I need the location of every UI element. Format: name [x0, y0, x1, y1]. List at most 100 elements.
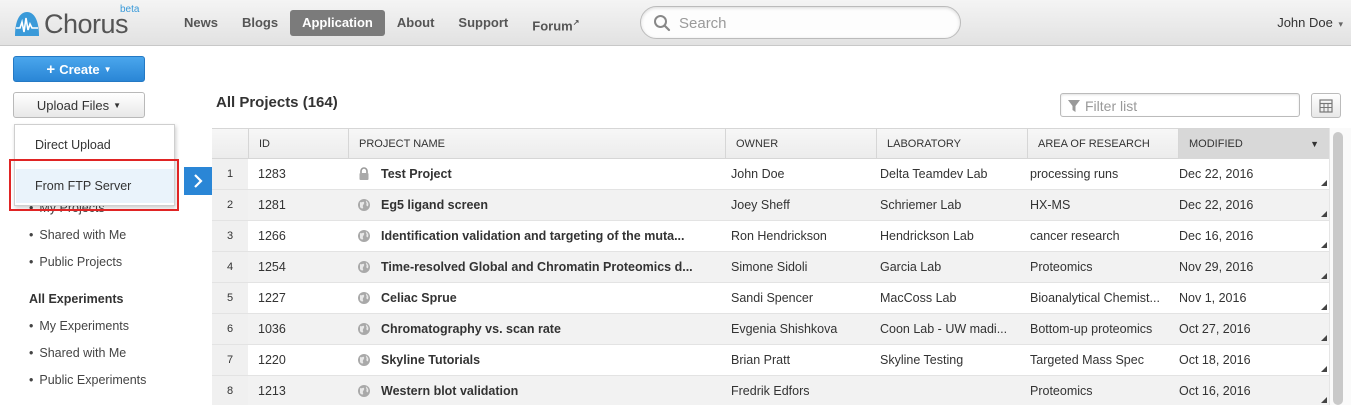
- main-nav: News Blogs Application About Support For…: [172, 10, 591, 36]
- nav-forum-label: Forum: [532, 18, 573, 34]
- menu-item-direct-upload[interactable]: Direct Upload: [16, 128, 174, 162]
- cell-project-name[interactable]: Celiac Sprue: [381, 283, 721, 313]
- column-header-area-of-research[interactable]: AREA OF RESEARCH: [1027, 129, 1178, 159]
- cell-project-name[interactable]: Chromatography vs. scan rate: [381, 314, 721, 344]
- table-row[interactable]: 5 1227 Celiac Sprue Sandi Spencer MacCoss La…: [212, 283, 1329, 314]
- column-header-laboratory[interactable]: LABORATORY: [876, 129, 1027, 159]
- row-menu-corner-icon[interactable]: [1321, 366, 1327, 372]
- sidebar-item-label: Public Experiments: [39, 373, 147, 387]
- nav-support[interactable]: Support: [446, 10, 520, 36]
- create-button[interactable]: + Create ▼: [13, 56, 145, 82]
- column-header-rownum: [212, 129, 248, 159]
- menu-item-from-ftp-server[interactable]: From FTP Server: [16, 169, 174, 203]
- filter-box[interactable]: [1060, 93, 1300, 117]
- search-icon: [654, 15, 671, 32]
- globe-icon: [358, 292, 370, 304]
- cell-owner: Joey Sheff: [731, 198, 790, 212]
- cell-area-of-research: cancer research: [1030, 229, 1120, 243]
- cell-project-name[interactable]: Test Project: [381, 159, 721, 189]
- globe-icon: [358, 261, 370, 273]
- search-box[interactable]: [640, 6, 961, 39]
- cell-row-number: 2: [212, 190, 248, 220]
- sidebar-selected-arrow[interactable]: [184, 167, 212, 195]
- columns-icon: [1319, 98, 1333, 113]
- sidebar-item-my-experiments[interactable]: • My Experiments: [29, 319, 129, 333]
- caret-down-icon: ▼: [113, 100, 122, 110]
- table-row[interactable]: 7 1220 Skyline Tutorials Brian Pratt Skyline…: [212, 345, 1329, 376]
- upload-files-label: Upload Files: [36, 97, 110, 113]
- cell-id: 1254: [258, 260, 286, 274]
- row-menu-corner-icon[interactable]: [1321, 242, 1327, 248]
- nav-news[interactable]: News: [172, 10, 230, 36]
- row-menu-corner-icon[interactable]: [1321, 335, 1327, 341]
- row-menu-corner-icon[interactable]: [1321, 180, 1327, 186]
- cell-project-name[interactable]: Eg5 ligand screen: [381, 190, 721, 220]
- cell-area-of-research: Targeted Mass Spec: [1030, 353, 1144, 367]
- cell-project-name[interactable]: Western blot validation: [381, 376, 721, 405]
- sidebar-item-public-experiments[interactable]: • Public Experiments: [29, 373, 146, 387]
- table-row[interactable]: 6 1036 Chromatography vs. scan rate Evgenia…: [212, 314, 1329, 345]
- cell-owner: Sandi Spencer: [731, 291, 814, 305]
- column-header-modified[interactable]: MODIFIED ▼: [1178, 129, 1329, 159]
- cell-laboratory: Hendrickson Lab: [880, 229, 974, 243]
- cell-project-name[interactable]: Identification validation and targeting …: [381, 221, 721, 251]
- nav-application[interactable]: Application: [290, 10, 385, 36]
- cell-project-name[interactable]: Time-resolved Global and Chromatin Prote…: [381, 252, 721, 282]
- table-row[interactable]: 1 1283 Test Project John Doe Delta Teamdev L…: [212, 159, 1329, 190]
- cell-row-number: 3: [212, 221, 248, 251]
- table-row[interactable]: 8 1213 Western blot validation Fredrik Edfo…: [212, 376, 1329, 405]
- user-menu[interactable]: John Doe ▾: [1277, 15, 1343, 30]
- sidebar-item-public-projects[interactable]: • Public Projects: [29, 255, 122, 269]
- cell-area-of-research: Proteomics: [1030, 384, 1093, 398]
- row-menu-corner-icon[interactable]: [1321, 273, 1327, 279]
- cell-owner: Ron Hendrickson: [731, 229, 827, 243]
- chorus-logo[interactable]: Chorus beta: [12, 4, 139, 39]
- cell-area-of-research: Bioanalytical Chemist...: [1030, 291, 1160, 305]
- nav-blogs[interactable]: Blogs: [230, 10, 290, 36]
- column-settings-button[interactable]: [1311, 93, 1341, 118]
- cell-laboratory: Skyline Testing: [880, 353, 964, 367]
- table-row[interactable]: 4 1254 Time-resolved Global and Chromatin …: [212, 252, 1329, 283]
- table-row[interactable]: 3 1266 Identification validation and targe…: [212, 221, 1329, 252]
- page-title: All Projects (164): [216, 94, 338, 111]
- bullet-icon: •: [29, 228, 34, 242]
- row-menu-corner-icon[interactable]: [1321, 397, 1327, 403]
- cell-laboratory: Delta Teamdev Lab: [880, 167, 988, 181]
- cell-row-number: 8: [212, 376, 248, 405]
- cell-laboratory: Garcia Lab: [880, 260, 942, 274]
- cell-modified: Nov 29, 2016: [1179, 260, 1254, 274]
- cell-owner: Brian Pratt: [731, 353, 791, 367]
- sort-desc-icon: ▼: [1310, 139, 1319, 149]
- cell-modified: Dec 22, 2016: [1179, 167, 1254, 181]
- sidebar-item-shared-experiments[interactable]: • Shared with Me: [29, 346, 126, 360]
- cell-row-number: 7: [212, 345, 248, 375]
- row-menu-corner-icon[interactable]: [1321, 304, 1327, 310]
- user-name: John Doe: [1277, 15, 1333, 30]
- column-header-modified-label: MODIFIED: [1189, 138, 1243, 150]
- cell-modified: Dec 22, 2016: [1179, 198, 1254, 212]
- sidebar-heading-all-experiments[interactable]: All Experiments: [29, 292, 123, 306]
- cell-laboratory: Schriemer Lab: [880, 198, 962, 212]
- cell-modified: Oct 16, 2016: [1179, 384, 1251, 398]
- cell-modified: Oct 18, 2016: [1179, 353, 1251, 367]
- scrollbar-thumb[interactable]: [1333, 132, 1343, 405]
- cell-id: 1266: [258, 229, 286, 243]
- filter-input[interactable]: [1085, 97, 1285, 114]
- row-menu-corner-icon[interactable]: [1321, 211, 1327, 217]
- column-header-id[interactable]: ID: [248, 129, 348, 159]
- sidebar-item-label: Public Projects: [39, 255, 123, 269]
- sidebar-item-shared-projects[interactable]: • Shared with Me: [29, 228, 126, 242]
- beta-badge: beta: [120, 4, 140, 15]
- cell-project-name[interactable]: Skyline Tutorials: [381, 345, 721, 375]
- column-header-owner[interactable]: OWNER: [725, 129, 876, 159]
- table-row[interactable]: 2 1281 Eg5 ligand screen Joey Sheff Schrieme…: [212, 190, 1329, 221]
- sidebar-item-label: My Experiments: [39, 319, 129, 333]
- nav-forum[interactable]: Forum↗: [520, 10, 591, 36]
- search-input[interactable]: [679, 13, 949, 33]
- column-header-project-name[interactable]: PROJECT NAME: [348, 129, 725, 159]
- bullet-icon: •: [29, 255, 34, 269]
- logo-text: Chorus: [44, 9, 129, 39]
- cell-row-number: 4: [212, 252, 248, 282]
- upload-files-button[interactable]: Upload Files ▼: [13, 92, 145, 118]
- nav-about[interactable]: About: [385, 10, 447, 36]
